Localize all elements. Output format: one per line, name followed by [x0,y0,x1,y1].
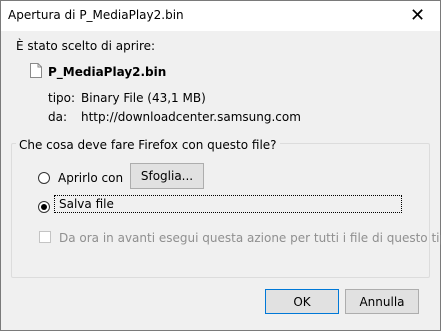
file-type-label: tipo: [48,91,76,105]
window-title: Apertura di P_MediaPlay2.bin [8,8,184,22]
file-name: P_MediaPlay2.bin [48,65,167,79]
open-with-label[interactable]: Aprirlo con [58,171,123,185]
file-source-label: da: [48,110,68,124]
intro-text: È stato scelto di aprire: [16,39,156,53]
ok-button[interactable]: OK [265,289,339,314]
save-file-label[interactable]: Salva file [54,195,402,213]
dialog-content: È stato scelto di aprire: P_MediaPlay2.b… [1,31,441,330]
title-bar: Apertura di P_MediaPlay2.bin ✕ [1,1,440,31]
remember-choice-label: Da ora in avanti esegui questa azione pe… [59,231,441,245]
save-file-radio[interactable] [38,201,50,213]
browse-button[interactable]: Sfoglia... [130,163,204,189]
action-group-legend: Che cosa deve fare Firefox con questo fi… [16,138,280,152]
download-dialog: Apertura di P_MediaPlay2.bin ✕ È stato s… [0,0,441,331]
cancel-button[interactable]: Annulla [345,289,419,314]
remember-choice-checkbox [39,231,51,243]
file-source-value: http://downloadcenter.samsung.com [81,110,301,124]
close-icon[interactable]: ✕ [395,1,440,31]
file-type-value: Binary File (43,1 MB) [81,91,206,105]
file-icon [30,63,42,78]
open-with-radio[interactable] [38,172,50,184]
